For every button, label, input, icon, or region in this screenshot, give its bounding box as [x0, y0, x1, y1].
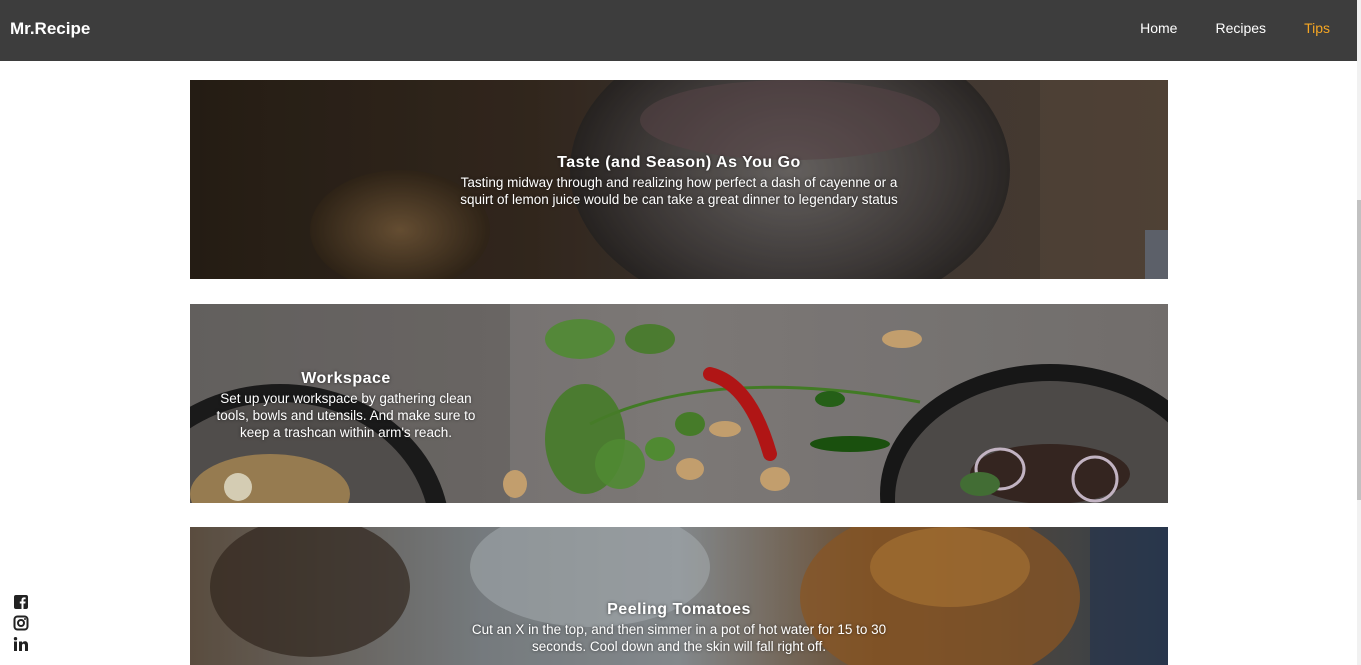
scrollbar-thumb[interactable]: [1357, 200, 1361, 500]
tip-text-block: Taste (and Season) As You Go Tasting mid…: [452, 154, 906, 208]
top-navbar: Mr.Recipe Home Recipes Tips: [0, 0, 1357, 61]
tip-card-workspace: Workspace Set up your workspace by gathe…: [190, 304, 1168, 503]
nav-link-tips[interactable]: Tips: [1304, 20, 1330, 36]
facebook-icon[interactable]: [13, 594, 29, 610]
nav-links: Home Recipes Tips: [1102, 20, 1330, 36]
tip-title: Workspace: [301, 370, 391, 387]
tip-description: Tasting midway through and realizing how…: [460, 175, 898, 207]
brand-logo[interactable]: Mr.Recipe: [10, 19, 90, 39]
tip-description: Set up your workspace by gathering clean…: [216, 391, 476, 440]
nav-link-recipes[interactable]: Recipes: [1215, 20, 1266, 36]
tip-card-tomatoes: Peeling Tomatoes Cut an X in the top, an…: [190, 527, 1168, 665]
tip-card-taste: Taste (and Season) As You Go Tasting mid…: [190, 80, 1168, 279]
tip-description: Cut an X in the top, and then simmer in …: [471, 622, 887, 654]
tip-title: Taste (and Season) As You Go: [557, 154, 801, 171]
tip-title: Peeling Tomatoes: [607, 601, 751, 618]
linkedin-icon[interactable]: [13, 636, 29, 652]
tip-text-block: Peeling Tomatoes Cut an X in the top, an…: [464, 601, 894, 655]
tip-text-block: Workspace Set up your workspace by gathe…: [210, 370, 482, 441]
instagram-icon[interactable]: [13, 615, 29, 631]
page-scrollbar[interactable]: [1357, 0, 1361, 665]
nav-link-home[interactable]: Home: [1140, 20, 1177, 36]
